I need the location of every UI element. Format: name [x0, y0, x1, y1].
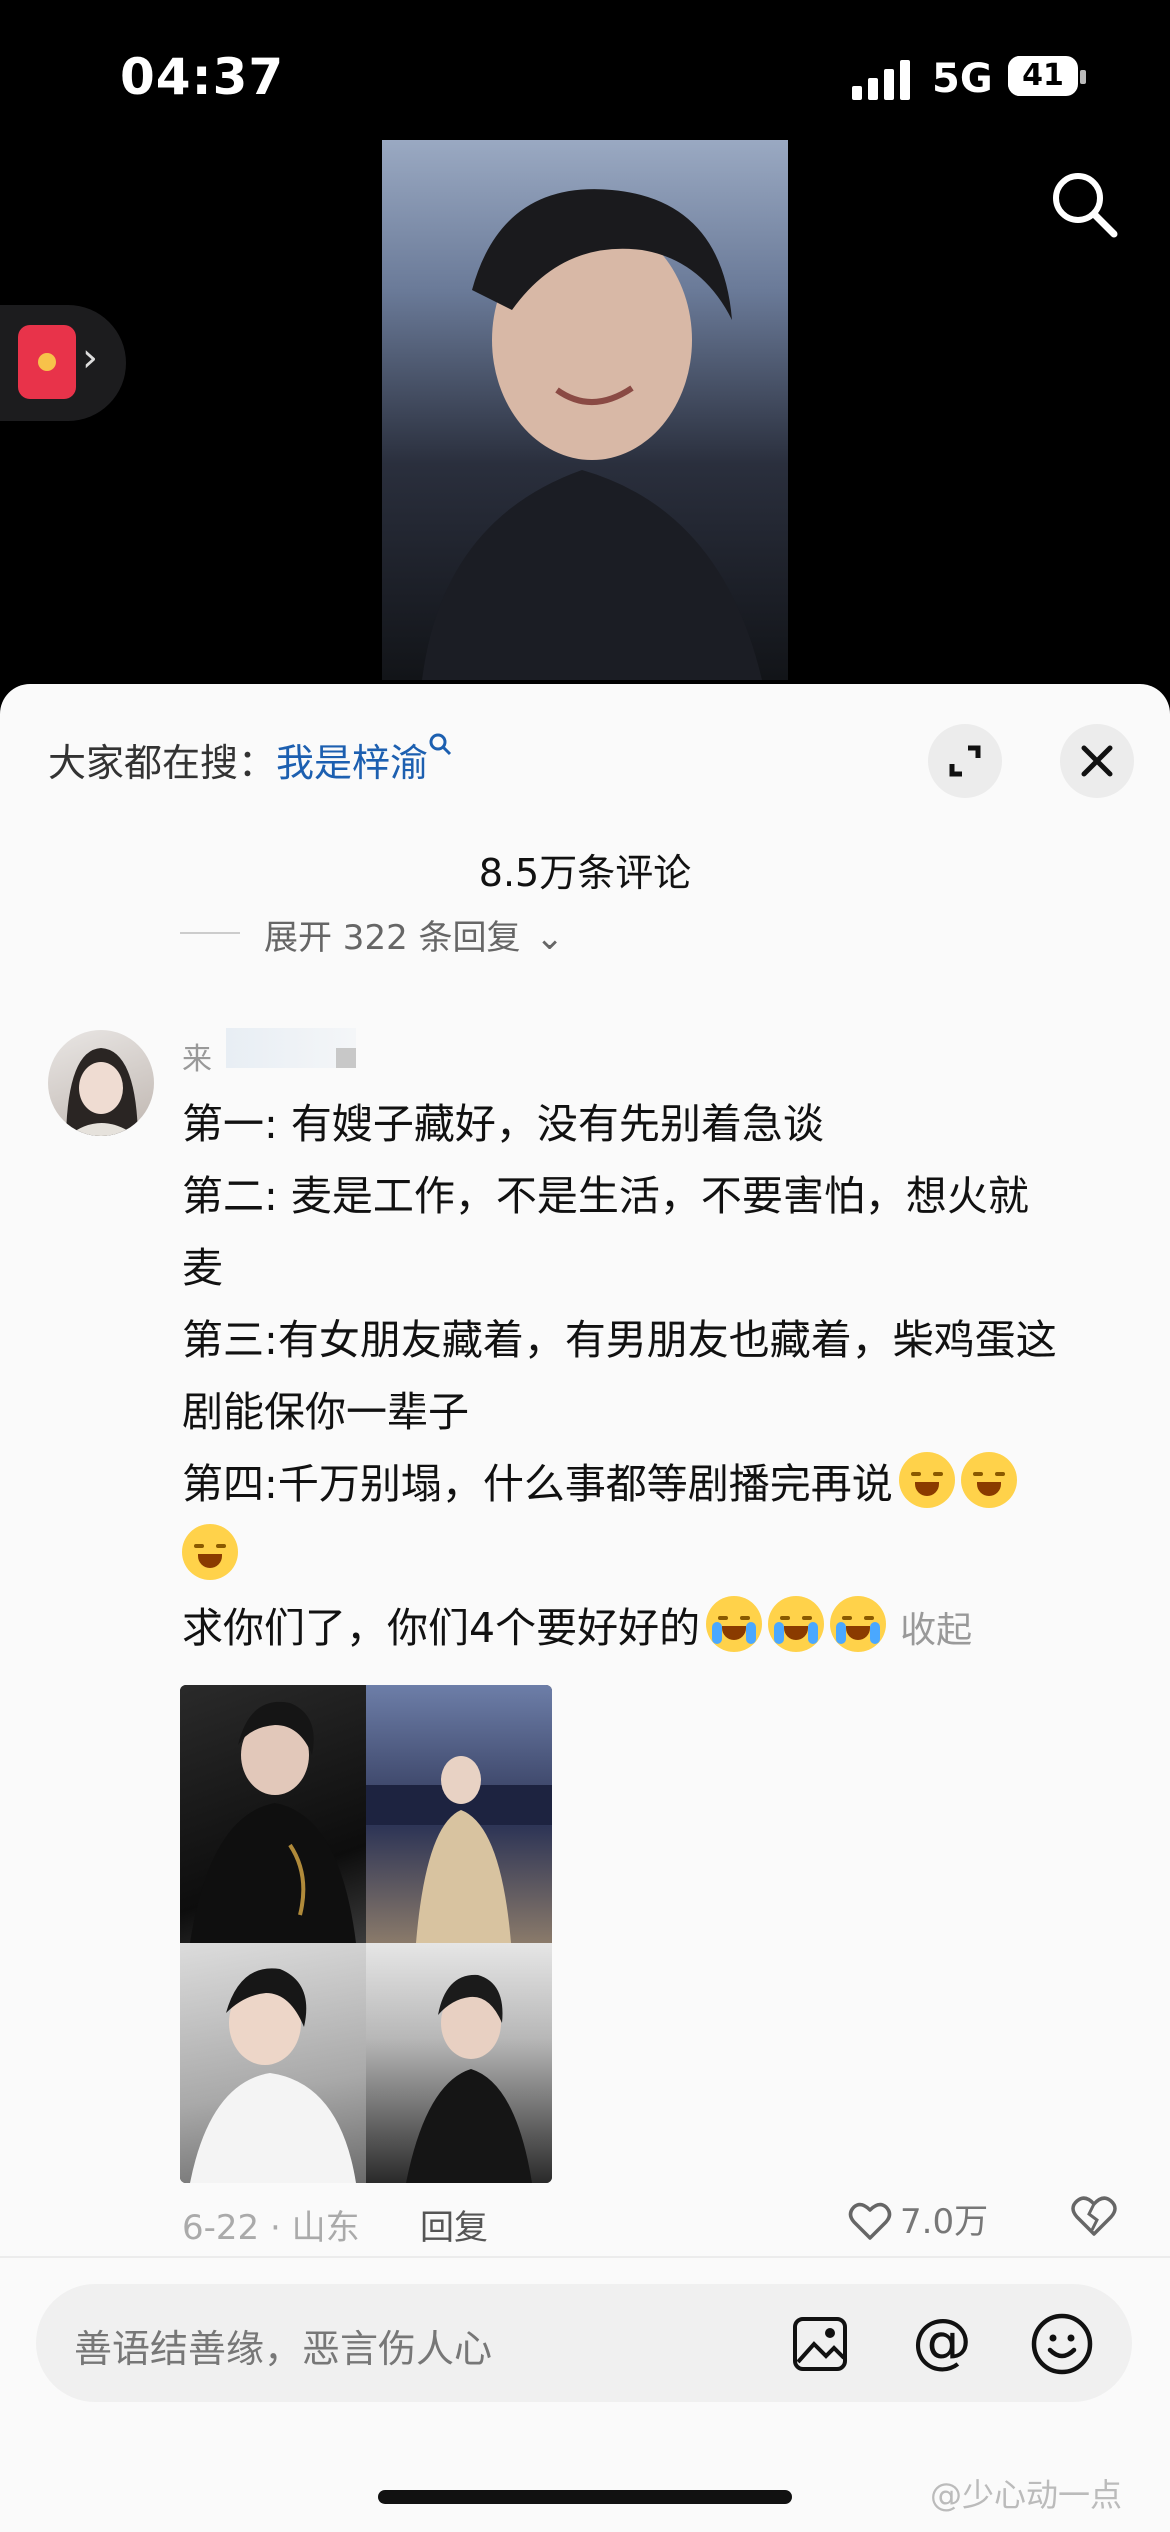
expand-replies-label: 展开 322 条回复	[264, 918, 521, 958]
photo-tile	[180, 1943, 366, 2183]
crying-emoji-icon	[768, 1596, 825, 1652]
like-count: 7.0万	[900, 2202, 989, 2242]
watermark: @少心动一点	[930, 2476, 1123, 2514]
comment-line: 第四:千万别塌，什么事都等剧播完再说	[182, 1460, 893, 1508]
expand-icon	[949, 745, 981, 777]
video-player[interactable]	[382, 140, 788, 680]
reply-button[interactable]: 回复	[420, 2200, 488, 2249]
photo-tile	[180, 1685, 366, 1943]
red-packet-icon	[18, 325, 76, 399]
battery-tip	[1080, 70, 1086, 84]
comment-text: 第一: 有嫂子藏好，没有先别着急谈 第二: 麦是工作，不是生活，不要害怕，想火就…	[182, 1088, 1122, 1667]
photo-tile	[366, 1943, 552, 2183]
home-indicator[interactable]	[378, 2490, 792, 2504]
close-icon	[1081, 745, 1113, 777]
battery-text: 41	[1022, 58, 1064, 93]
photo-tile	[366, 1685, 552, 1943]
username-badge	[336, 1048, 356, 1068]
like-button[interactable]: 7.0万	[848, 2194, 988, 2243]
comment-line: 剧能保你一辈子	[182, 1388, 469, 1436]
search-icon[interactable]	[1048, 168, 1120, 240]
comment-image[interactable]	[180, 1685, 552, 2183]
emoji-icon[interactable]	[1030, 2312, 1094, 2376]
chevron-right-icon: ›	[82, 335, 98, 381]
trending-prefix: 大家都在搜：	[48, 741, 277, 785]
close-button[interactable]	[1060, 724, 1134, 798]
network-label: 5G	[932, 56, 993, 102]
comment-input-placeholder: 善语结善缘，恶言伤人心	[74, 2327, 493, 2371]
input-divider	[0, 2256, 1170, 2258]
laugh-cry-emoji-icon	[182, 1524, 238, 1580]
comment-line: 麦	[182, 1244, 223, 1292]
red-packet-seal	[38, 353, 56, 371]
comment-count: 8.5万条评论	[478, 851, 692, 895]
comment-sheet: 大家都在搜：我是梓渝 8.5万条评论 展开 322 条回复 ⌄ 来 第一: 有嫂…	[0, 684, 1170, 2532]
expand-replies-button[interactable]: 展开 322 条回复 ⌄	[180, 910, 564, 959]
small-search-icon	[429, 733, 452, 756]
broken-heart-icon[interactable]	[1070, 2194, 1118, 2238]
comment-username[interactable]: 来	[182, 1034, 212, 1078]
trending-term[interactable]: 我是梓渝	[276, 741, 428, 785]
crying-emoji-icon	[706, 1596, 763, 1652]
battery-indicator: 41	[1008, 56, 1078, 96]
at-mention-icon[interactable]: @	[912, 2306, 972, 2376]
chevron-down-icon: ⌄	[535, 918, 564, 958]
comment-line: 第一: 有嫂子藏好，没有先别着急谈	[182, 1100, 824, 1148]
signal-icon	[852, 60, 910, 100]
expand-button[interactable]	[928, 724, 1002, 798]
heart-icon	[848, 2202, 892, 2240]
laugh-cry-emoji-icon	[898, 1452, 955, 1508]
avatar-image	[66, 1048, 138, 1136]
avatar[interactable]	[48, 1030, 154, 1136]
crying-emoji-icon	[830, 1596, 887, 1652]
comment-line: 求你们了，你们4个要好好的	[182, 1604, 701, 1652]
laugh-cry-emoji-icon	[960, 1452, 1017, 1508]
comment-line: 第二: 麦是工作，不是生活，不要害怕，想火就	[182, 1172, 1029, 1220]
trending-search[interactable]: 大家都在搜：我是梓渝	[48, 732, 454, 787]
comment-line: 第三:有女朋友藏着，有男朋友也藏着，柴鸡蛋这	[182, 1316, 1057, 1364]
comment-date-location: 6-22 · 山东	[182, 2208, 360, 2248]
collapse-link[interactable]: 收起	[900, 1610, 972, 1651]
status-time: 04:37	[120, 48, 285, 106]
video-frame-image	[422, 189, 762, 680]
red-packet-entry[interactable]: ›	[0, 305, 126, 421]
comment-line-with-emoji: 求你们了，你们4个要好好的 收起	[182, 1592, 1122, 1667]
comment-line-with-emoji: 第四:千万别塌，什么事都等剧播完再说	[182, 1448, 1122, 1520]
comment-line-emoji	[182, 1520, 1122, 1592]
image-icon[interactable]	[792, 2316, 848, 2372]
